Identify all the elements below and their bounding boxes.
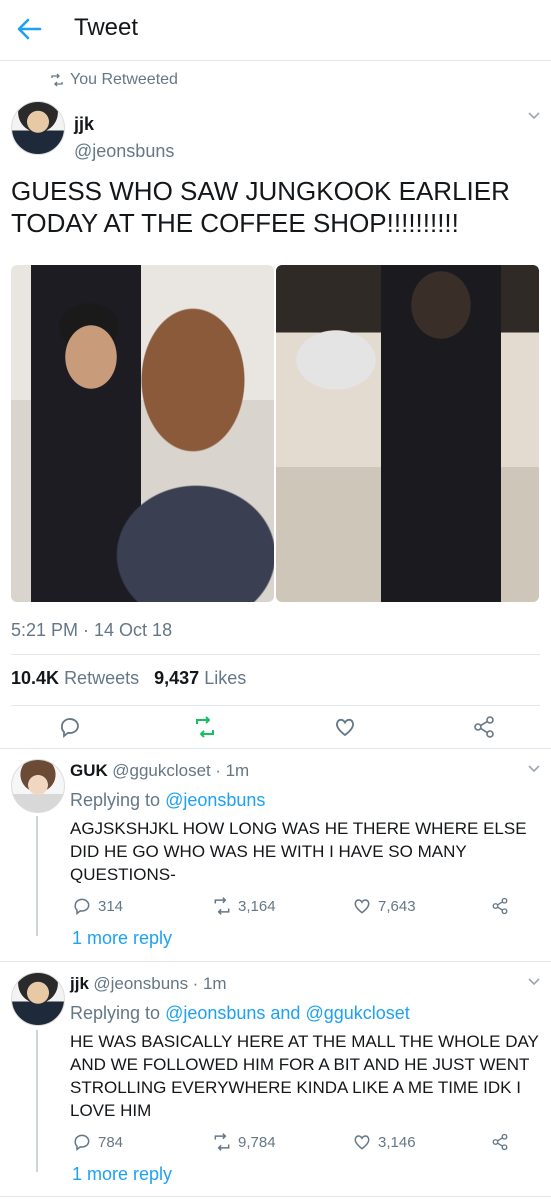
- reply-age: · 1m: [215, 761, 250, 780]
- reply-author-name[interactable]: jjk: [70, 974, 89, 993]
- reply-age: · 1m: [192, 974, 227, 993]
- more-replies-link[interactable]: 1 more reply: [72, 928, 172, 949]
- back-arrow-icon[interactable]: [14, 14, 44, 44]
- retweet-action[interactable]: 9,784: [212, 1132, 276, 1152]
- retweet-icon[interactable]: [212, 896, 232, 916]
- divider: [11, 705, 540, 706]
- reply-count: 784: [98, 1133, 124, 1151]
- reply-action[interactable]: 314: [72, 896, 123, 916]
- reply-author-handle[interactable]: @jeonsbuns: [93, 974, 188, 993]
- reply-text: AGJSKSHJKL HOW LONG WAS HE THERE WHERE E…: [70, 819, 527, 884]
- replying-to: Replying to @jeonsbuns and @ggukcloset: [70, 1003, 410, 1024]
- reply-action[interactable]: 784: [72, 1132, 123, 1152]
- likes-count[interactable]: 9,437: [154, 668, 199, 688]
- heart-icon[interactable]: [352, 1132, 372, 1152]
- reply-author-name[interactable]: GUK: [70, 761, 108, 780]
- replying-to-link[interactable]: @jeonsbuns and @ggukcloset: [165, 1003, 410, 1023]
- retweet-count: 9,784: [238, 1133, 276, 1151]
- reply-avatar[interactable]: [11, 972, 65, 1026]
- retweet-banner: You Retweeted: [70, 71, 178, 88]
- heart-icon[interactable]: [352, 896, 372, 916]
- reply-avatar[interactable]: [11, 759, 65, 813]
- author-handle[interactable]: @jeonsbuns: [74, 141, 174, 162]
- share-icon[interactable]: [491, 1133, 509, 1151]
- retweet-icon[interactable]: [193, 715, 217, 739]
- reply-icon[interactable]: [72, 896, 92, 916]
- replying-prefix: Replying to: [70, 1003, 161, 1023]
- reply-icon[interactable]: [58, 715, 82, 739]
- tweet-timestamp: 5:21 PM · 14 Oct 18: [11, 620, 173, 640]
- retweet-action[interactable]: 3,164: [212, 896, 276, 916]
- thread-line: [36, 1030, 38, 1172]
- divider: [0, 1196, 551, 1197]
- share-icon[interactable]: [491, 897, 509, 915]
- avatar[interactable]: [11, 101, 65, 155]
- heart-icon[interactable]: [333, 715, 357, 739]
- replying-prefix: Replying to: [70, 790, 161, 810]
- chevron-down-icon[interactable]: [528, 978, 540, 986]
- divider: [0, 961, 551, 962]
- reply-header: GUK @ggukcloset · 1m: [70, 761, 249, 781]
- reply-header: jjk @jeonsbuns · 1m: [70, 974, 227, 994]
- likes-label[interactable]: Likes: [204, 668, 246, 688]
- retweet-count: 3,164: [238, 897, 276, 915]
- replying-to: Replying to @jeonsbuns: [70, 790, 265, 811]
- tweet-photo-1[interactable]: [11, 265, 274, 602]
- tweet-text: GUESS WHO SAW JUNGKOOK EARLIER TODAY AT …: [11, 176, 510, 238]
- like-count: 7,643: [378, 897, 416, 915]
- like-action[interactable]: 3,146: [352, 1132, 416, 1152]
- tweet-photo-2[interactable]: [276, 265, 539, 602]
- reply-author-handle[interactable]: @ggukcloset: [112, 761, 211, 780]
- more-replies-link[interactable]: 1 more reply: [72, 1164, 172, 1185]
- chevron-down-icon[interactable]: [528, 765, 540, 773]
- share-icon[interactable]: [472, 715, 496, 739]
- tweet-stats: 10.4K Retweets 9,437 Likes: [11, 668, 246, 689]
- retweets-label[interactable]: Retweets: [64, 668, 139, 688]
- author-name[interactable]: jjk: [74, 114, 94, 135]
- chevron-down-icon[interactable]: [528, 112, 540, 120]
- divider: [11, 654, 540, 655]
- page-title: Tweet: [74, 14, 139, 41]
- thread-line: [36, 816, 38, 936]
- divider: [0, 748, 551, 749]
- like-action[interactable]: 7,643: [352, 896, 416, 916]
- retweets-count[interactable]: 10.4K: [11, 668, 59, 688]
- retweet-icon: [51, 73, 63, 87]
- reply-icon[interactable]: [72, 1132, 92, 1152]
- reply-text: HE WAS BASICALLY HERE AT THE MALL THE WH…: [70, 1032, 539, 1120]
- like-count: 3,146: [378, 1133, 416, 1151]
- replying-to-link[interactable]: @jeonsbuns: [165, 790, 265, 810]
- retweet-icon[interactable]: [212, 1132, 232, 1152]
- reply-count: 314: [98, 897, 124, 915]
